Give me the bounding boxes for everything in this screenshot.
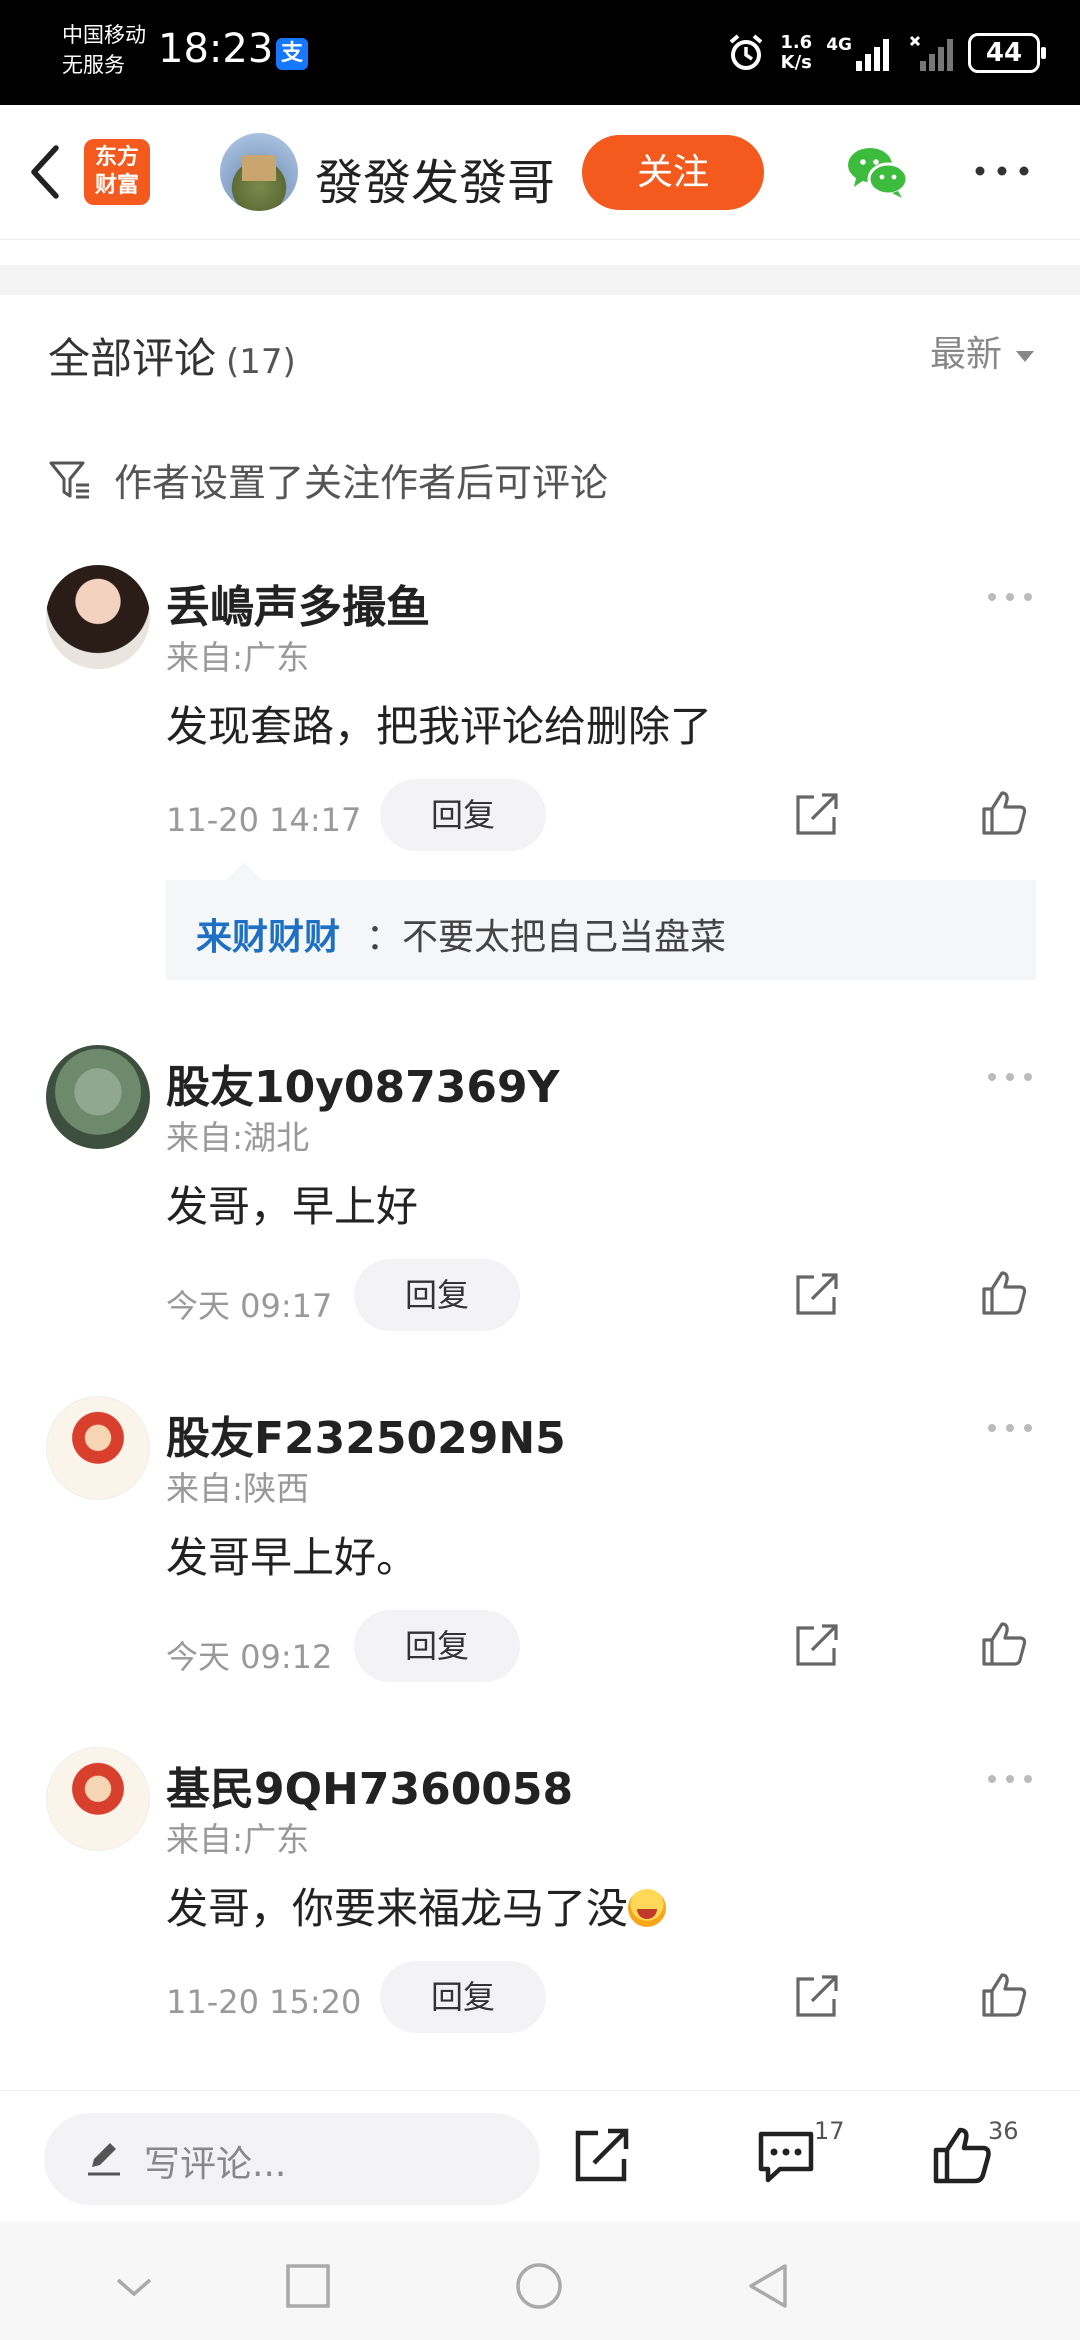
filter-icon	[49, 461, 89, 498]
comments-count: (17)	[226, 342, 296, 382]
sub-reply-text: ：不要太把自己当盘菜	[366, 917, 727, 958]
thumbs-up-icon[interactable]	[932, 2125, 992, 2185]
comment-time: 今天 09:12	[166, 1638, 333, 1676]
more-options-icon[interactable]	[972, 161, 1032, 181]
comment-time: 11-20 14:17	[166, 801, 362, 839]
sort-dropdown[interactable]: 最新	[930, 325, 1034, 377]
follow-button[interactable]: 关注	[582, 135, 764, 210]
comment-location: 来自:湖北	[166, 1118, 310, 1157]
status-icons: 1.6 K/s 4G 44	[726, 30, 1046, 76]
reply-button[interactable]: 回复	[380, 1961, 546, 2033]
comment-location: 来自:广东	[166, 1820, 310, 1859]
reply-button[interactable]: 回复	[354, 1259, 520, 1331]
share-icon[interactable]	[794, 791, 840, 837]
network-speed-unit: K/s	[780, 52, 812, 73]
network-type: 4G	[826, 35, 852, 55]
reply-button[interactable]: 回复	[354, 1610, 520, 1682]
comment-input[interactable]: 写评论...	[44, 2113, 540, 2205]
share-icon[interactable]	[572, 2125, 632, 2185]
user-avatar[interactable]	[46, 1747, 150, 1851]
author-name[interactable]: 發發发發哥	[315, 143, 555, 213]
section-divider	[0, 265, 1080, 295]
more-options-icon[interactable]	[986, 1422, 1034, 1434]
network-speed: 1.6 K/s	[780, 33, 812, 73]
comment-time: 今天 09:17	[166, 1287, 333, 1325]
back-triangle-icon[interactable]	[745, 2262, 793, 2310]
more-options-icon[interactable]	[986, 1773, 1034, 1785]
comments-header: 全部评论 (17)	[48, 325, 296, 386]
user-avatar[interactable]	[46, 1396, 150, 1500]
home-icon[interactable]	[515, 2262, 563, 2310]
thumbs-up-icon[interactable]	[980, 1971, 1028, 2019]
back-arrow-icon[interactable]	[22, 140, 70, 204]
signal-strength-icon	[856, 39, 889, 71]
comment-author[interactable]: 丢嶋声多撮鱼	[166, 571, 430, 635]
thumbs-up-icon[interactable]	[980, 1269, 1028, 1317]
app-header: 东方 财富 發發发發哥 关注	[0, 105, 1080, 240]
share-icon[interactable]	[794, 1271, 840, 1317]
alipay-icon: 支	[276, 38, 308, 70]
comment-icon[interactable]	[756, 2129, 816, 2185]
sub-reply-user[interactable]: 来财财财	[196, 908, 340, 960]
recent-apps-icon[interactable]	[284, 2262, 332, 2310]
comment-count: 17	[814, 2117, 845, 2145]
comment-text: 发哥早上好。	[166, 1533, 419, 1582]
comment-author[interactable]: 股友F2325029N5	[166, 1402, 566, 1466]
battery-icon: 44	[968, 33, 1046, 73]
comment-author[interactable]: 股友10y087369Y	[166, 1051, 559, 1115]
more-options-icon[interactable]	[986, 591, 1034, 603]
system-nav-bar	[0, 2222, 1080, 2340]
thumbs-up-icon[interactable]	[980, 1620, 1028, 1668]
caret-down-icon	[1016, 350, 1034, 362]
comment-location: 来自:陕西	[166, 1469, 310, 1508]
like-count: 36	[988, 2117, 1019, 2145]
logo-text-line1: 东方	[94, 145, 139, 170]
carrier-info: 中国移动 无服务	[62, 20, 146, 80]
logo-text-line2: 财富	[94, 173, 139, 198]
signal-4g: 4G	[826, 35, 896, 71]
no-signal-icon	[910, 35, 953, 71]
sort-label: 最新	[929, 334, 1002, 375]
pencil-icon	[88, 2143, 120, 2176]
sub-reply[interactable]: 来财财财 ：不要太把自己当盘菜	[166, 862, 1036, 980]
grinning-squint-emoji-icon	[628, 1889, 667, 1927]
thumbs-up-icon[interactable]	[980, 789, 1028, 837]
carrier-name: 中国移动	[62, 23, 146, 47]
share-icon[interactable]	[794, 1973, 840, 2019]
bottom-action-bar: 写评论... 17 36	[0, 2090, 1080, 2222]
network-speed-value: 1.6	[780, 32, 813, 53]
comments-title: 全部评论	[48, 334, 217, 383]
wechat-icon[interactable]	[846, 145, 910, 199]
share-icon[interactable]	[794, 1622, 840, 1668]
comment-text: 发哥，你要来福龙马了没	[166, 1875, 667, 1936]
comment-location: 来自:广东	[166, 638, 310, 677]
more-options-icon[interactable]	[986, 1071, 1034, 1083]
app-logo: 东方 财富	[84, 139, 150, 205]
chevron-down-icon[interactable]	[110, 2262, 158, 2310]
comment-permission-notice: 作者设置了关注作者后可评论	[48, 452, 608, 507]
comment-text-content: 发哥，你要来福龙马了没	[166, 1884, 629, 1933]
notice-text: 作者设置了关注作者后可评论	[114, 461, 609, 505]
user-avatar[interactable]	[46, 565, 150, 669]
alarm-icon	[730, 34, 763, 70]
author-avatar[interactable]	[220, 133, 298, 211]
status-bar: 中国移动 无服务 18:23 支 1.6 K/s 4G 44	[0, 0, 1080, 105]
comment-text: 发哥，早上好	[166, 1182, 419, 1231]
reply-button[interactable]: 回复	[380, 779, 546, 851]
comment-text: 发现套路，把我评论给删除了	[166, 702, 713, 751]
user-avatar[interactable]	[46, 1045, 150, 1149]
comment-author[interactable]: 基民9QH7360058	[166, 1753, 573, 1817]
comment-time: 11-20 15:20	[166, 1983, 362, 2021]
service-status: 无服务	[62, 53, 125, 77]
clock: 18:23	[158, 26, 274, 72]
comment-input-placeholder: 写评论...	[144, 2144, 287, 2185]
